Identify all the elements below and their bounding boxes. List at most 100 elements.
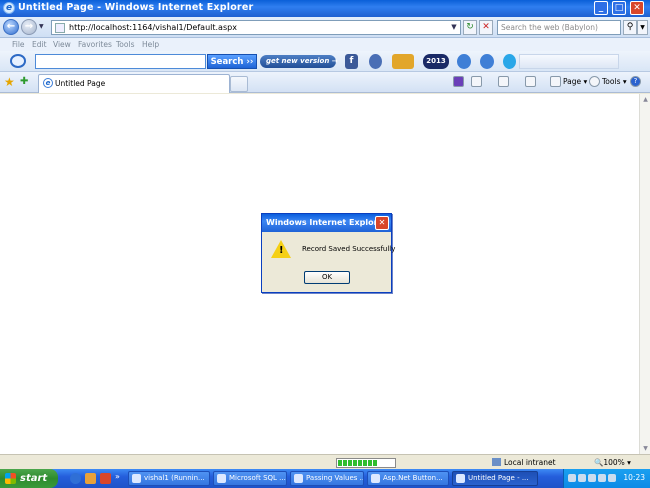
toolbar-search-button[interactable]: Search ›› xyxy=(207,54,257,69)
menu-tools[interactable]: Tools xyxy=(116,40,134,49)
warning-mark: ! xyxy=(279,245,284,256)
alert-dialog: Windows Internet Explorer ✕ ! Record Sav… xyxy=(261,213,396,293)
tray-icon[interactable] xyxy=(568,474,576,482)
clock[interactable]: 10:23 xyxy=(623,473,645,482)
get-new-version-button[interactable]: get new version → xyxy=(260,55,338,68)
system-tray: 10:23 xyxy=(563,469,650,488)
quicklaunch-chevron[interactable]: » xyxy=(115,472,120,481)
tab-command-bar: ★ ✚ e Untitled Page Page ▾ Tools ▾ ? xyxy=(0,72,650,93)
scroll-up-icon[interactable]: ▲ xyxy=(641,95,650,104)
gift-icon[interactable] xyxy=(392,54,414,69)
task-aspnet-button[interactable]: Asp.Net Button... xyxy=(367,471,449,486)
stop-button[interactable]: ✕ xyxy=(479,20,493,35)
home-icon[interactable] xyxy=(471,76,482,87)
dialog-title-bar[interactable]: Windows Internet Explorer ✕ xyxy=(262,214,391,232)
ok-button[interactable]: OK xyxy=(304,271,350,284)
task-label: Asp.Net Button... xyxy=(383,474,443,482)
progress-fill xyxy=(338,460,377,466)
quicklaunch-folder-icon[interactable] xyxy=(85,473,96,484)
add-favorite-icon[interactable]: ✚ xyxy=(20,75,28,89)
history-dropdown-icon[interactable]: ▼ xyxy=(39,23,44,30)
favorites-star-icon[interactable]: ★ xyxy=(4,75,15,89)
gear-icon xyxy=(589,76,600,87)
page-icon xyxy=(55,23,65,33)
minimize-button[interactable]: _ xyxy=(594,1,608,15)
task-label: Passing Values ... xyxy=(306,474,364,482)
progress-bar xyxy=(336,458,396,468)
ie-tab-icon: e xyxy=(43,78,53,88)
maximize-button[interactable]: □ xyxy=(612,1,626,15)
window-title: Untitled Page - Windows Internet Explore… xyxy=(18,2,254,13)
task-label: Microsoft SQL ... xyxy=(229,474,286,482)
menu-bar: File Edit View Favorites Tools Help xyxy=(0,38,650,51)
scroll-down-icon[interactable]: ▼ xyxy=(641,444,650,453)
task-untitled-page[interactable]: Untitled Page - ... xyxy=(452,471,538,486)
close-button[interactable]: ✕ xyxy=(630,1,644,15)
menu-file[interactable]: File xyxy=(12,40,25,49)
task-label: Untitled Page - ... xyxy=(468,474,529,482)
dictionary-icon[interactable] xyxy=(480,54,494,69)
new-tab-button[interactable] xyxy=(230,76,248,92)
task-icon xyxy=(294,474,303,483)
start-button[interactable]: start xyxy=(0,469,58,488)
toolbar-search-input[interactable] xyxy=(35,54,206,69)
address-url[interactable]: http://localhost:1164/vishal1/Default.as… xyxy=(69,23,237,32)
window-title-bar[interactable]: e Untitled Page - Windows Internet Explo… xyxy=(0,0,650,17)
help-button[interactable]: ? xyxy=(630,76,641,87)
feeds-icon[interactable] xyxy=(498,76,509,87)
intranet-icon xyxy=(492,458,501,466)
task-icon xyxy=(371,474,380,483)
web-search-input[interactable]: Search the web (Babylon) xyxy=(497,20,621,35)
task-label: vishal1 (Runnin... xyxy=(144,474,205,482)
menu-edit[interactable]: Edit xyxy=(32,40,47,49)
quicklaunch-ie-icon[interactable] xyxy=(70,473,81,484)
lock-icon[interactable] xyxy=(369,54,382,69)
dialog-message: Record Saved Successfully xyxy=(302,245,396,253)
skype-icon[interactable] xyxy=(503,54,516,69)
forward-button[interactable]: → xyxy=(21,19,37,35)
page-menu[interactable]: Page ▾ xyxy=(563,77,587,86)
task-sql[interactable]: Microsoft SQL ... xyxy=(213,471,287,486)
babylon-logo-icon[interactable] xyxy=(10,54,26,68)
tray-icon[interactable] xyxy=(578,474,586,482)
babylon-toolbar: Search ›› get new version → f 2013 xyxy=(0,51,650,72)
dialog-title: Windows Internet Explorer xyxy=(266,218,387,227)
windows-logo-icon xyxy=(5,473,16,484)
task-icon xyxy=(217,474,226,483)
address-toolbar: ← → ▼ http://localhost:1164/vishal1/Defa… xyxy=(0,17,650,38)
menu-view[interactable]: View xyxy=(53,40,71,49)
menu-favorites[interactable]: Favorites xyxy=(78,40,112,49)
page-icon xyxy=(550,76,561,87)
web-search-button[interactable]: ⚲ xyxy=(623,20,637,35)
start-label: start xyxy=(20,473,48,484)
menu-help[interactable]: Help xyxy=(142,40,159,49)
onenote-icon[interactable] xyxy=(453,76,464,87)
quicklaunch-app-icon[interactable] xyxy=(100,473,111,484)
task-icon xyxy=(132,474,141,483)
ie-logo-icon: e xyxy=(3,2,15,14)
badge-2013-icon[interactable]: 2013 xyxy=(423,54,449,69)
tools-menu[interactable]: Tools ▾ xyxy=(602,77,627,86)
back-button[interactable]: ← xyxy=(3,19,19,35)
facebook-icon[interactable]: f xyxy=(345,54,358,69)
task-vishal1[interactable]: vishal1 (Runnin... xyxy=(128,471,210,486)
zoom-level[interactable]: 🔍100% ▾ xyxy=(594,458,631,467)
vertical-scrollbar[interactable]: ▲ ▼ xyxy=(639,94,650,454)
translate-icon[interactable] xyxy=(457,54,471,69)
tab-untitled-page[interactable]: e Untitled Page xyxy=(38,74,230,93)
refresh-button[interactable]: ↻ xyxy=(463,20,477,35)
dialog-close-button[interactable]: ✕ xyxy=(375,216,389,230)
print-icon[interactable] xyxy=(525,76,536,87)
status-bar: Local intranet 🔍100% ▾ xyxy=(0,454,650,469)
task-icon xyxy=(456,474,465,483)
web-search-dropdown-icon[interactable]: ▼ xyxy=(637,20,648,35)
address-bar[interactable]: http://localhost:1164/vishal1/Default.as… xyxy=(51,20,461,35)
security-zone[interactable]: Local intranet xyxy=(492,458,556,467)
task-passing-values[interactable]: Passing Values ... xyxy=(290,471,364,486)
tab-label: Untitled Page xyxy=(55,79,106,88)
tray-icon[interactable] xyxy=(598,474,606,482)
toolbar-extra-slot xyxy=(519,54,619,69)
tray-icon[interactable] xyxy=(608,474,616,482)
address-dropdown-icon[interactable]: ▼ xyxy=(449,22,459,33)
tray-icon[interactable] xyxy=(588,474,596,482)
